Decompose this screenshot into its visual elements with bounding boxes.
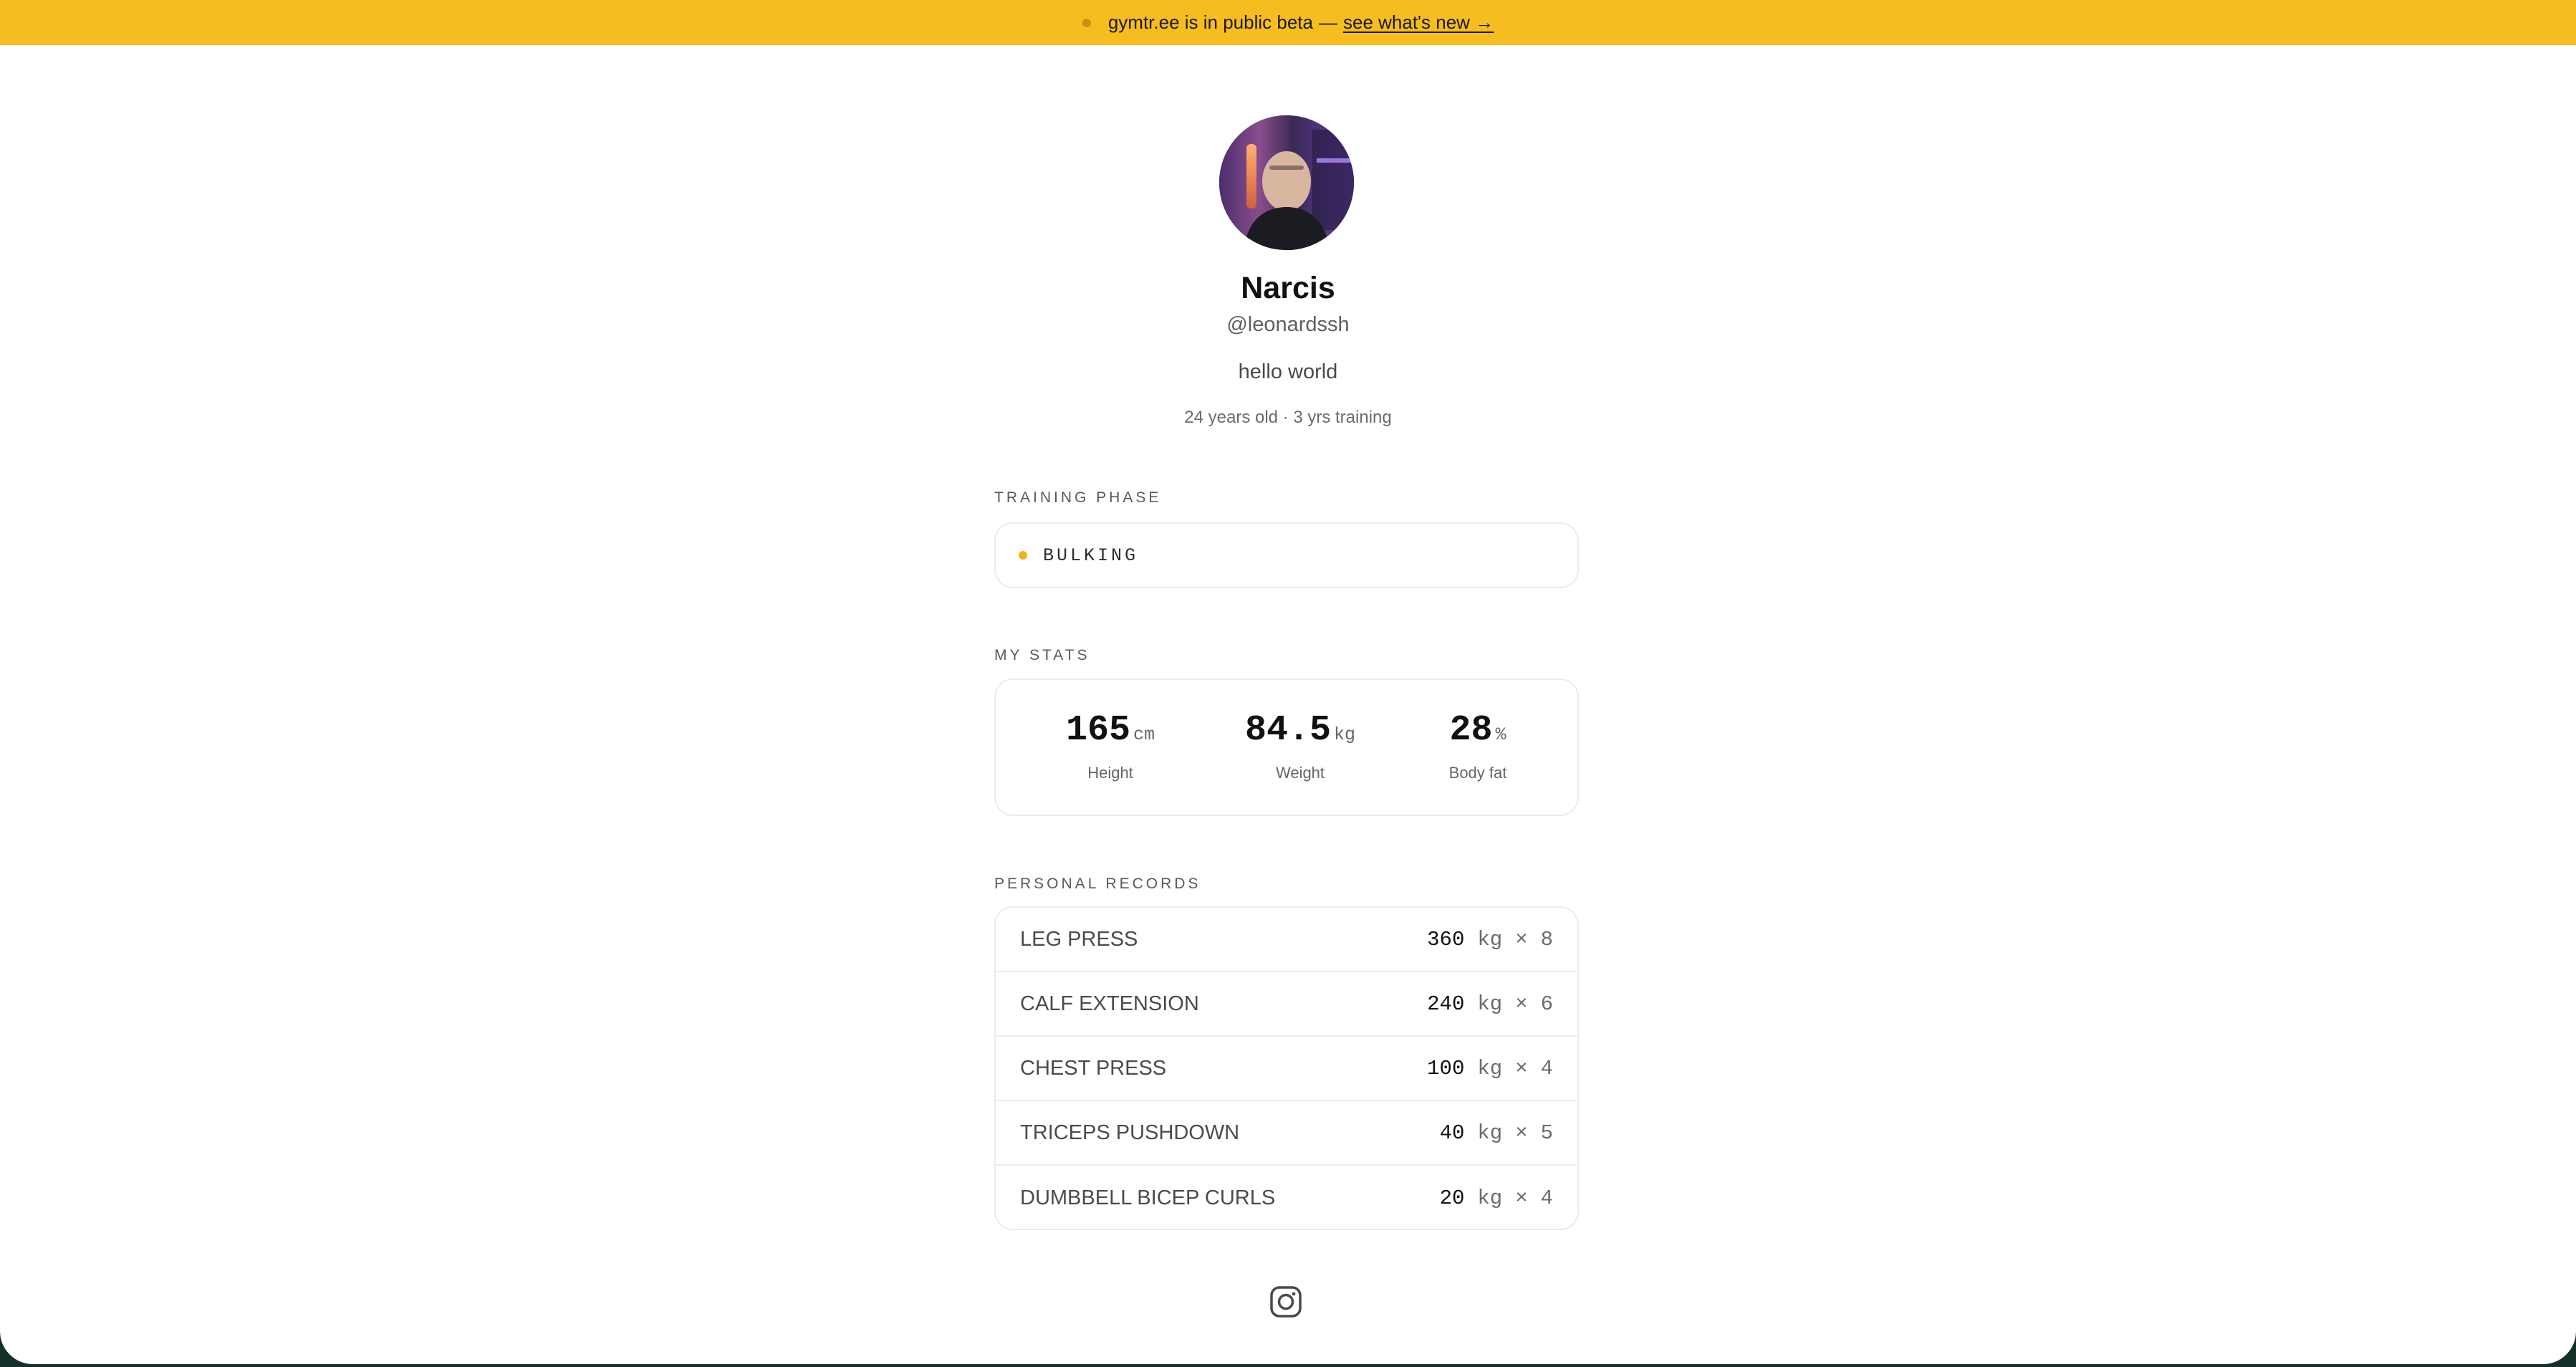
record-times: × <box>1515 992 1528 1016</box>
stat-weight: 84.5 kg Weight <box>1229 710 1372 782</box>
stat-label: Body fat <box>1448 764 1507 782</box>
record-unit: kg <box>1477 1056 1503 1080</box>
record-row: CALF EXTENSION 240 kg × 6 <box>996 972 1577 1037</box>
stat-unit: cm <box>1133 724 1155 745</box>
record-row: TRICEPS PUSHDOWN 40 kg × 5 <box>996 1101 1577 1166</box>
record-exercise: DUMBBELL BICEP CURLS <box>1020 1186 1276 1209</box>
record-weight: 20 <box>1439 1186 1465 1210</box>
avatar <box>1219 115 1354 250</box>
banner-separator: — <box>1318 11 1337 33</box>
beta-banner: gymtr.ee is in public beta — see what's … <box>0 0 2576 45</box>
record-row: DUMBBELL BICEP CURLS 20 kg × 4 <box>996 1166 1577 1229</box>
record-times: × <box>1515 1121 1528 1145</box>
record-exercise: TRICEPS PUSHDOWN <box>1020 1121 1240 1144</box>
profile-name: Narcis <box>1241 271 1335 305</box>
phase-status-dot-icon <box>1019 551 1027 560</box>
my-stats-heading: MY STATS <box>994 647 1090 663</box>
stat-label: Height <box>1087 764 1133 782</box>
record-unit: kg <box>1477 927 1503 951</box>
training-phase-heading: TRAINING PHASE <box>994 489 1162 506</box>
banner-dot-icon <box>1082 18 1091 27</box>
record-reps: 8 <box>1540 927 1553 951</box>
record-value: 360 kg × 8 <box>1427 928 1553 951</box>
profile-meta: 24 years old · 3 yrs training <box>1184 408 1392 427</box>
record-exercise: CALF EXTENSION <box>1020 992 1199 1015</box>
record-weight: 360 <box>1427 927 1465 951</box>
whats-new-link[interactable]: see what's new → <box>1343 11 1494 34</box>
stat-body-fat: 28% Body fat <box>1406 710 1549 782</box>
record-reps: 6 <box>1540 992 1553 1016</box>
record-unit: kg <box>1477 1186 1503 1210</box>
record-exercise: LEG PRESS <box>1020 927 1138 951</box>
record-weight: 100 <box>1427 1056 1465 1080</box>
personal-records-card: LEG PRESS 360 kg × 8 CALF EXTENSION 240 kg × 6… <box>994 906 1579 1230</box>
stat-height: 165 cm Height <box>1039 710 1182 782</box>
record-unit: kg <box>1477 992 1503 1016</box>
profile-bio: hello world <box>1238 360 1338 383</box>
record-exercise: CHEST PRESS <box>1020 1056 1167 1080</box>
stat-label: Weight <box>1275 764 1325 782</box>
record-row: LEG PRESS 360 kg × 8 <box>996 908 1577 972</box>
training-phase-value: BULKING <box>1043 545 1139 566</box>
record-value: 20 kg × 4 <box>1440 1186 1553 1210</box>
record-value: 40 kg × 5 <box>1440 1121 1553 1145</box>
personal-records-heading: PERSONAL RECORDS <box>994 876 1201 892</box>
stat-value: 165 <box>1065 710 1130 751</box>
record-unit: kg <box>1477 1121 1503 1145</box>
stat-value: 84.5 <box>1244 710 1331 751</box>
stat-unit: % <box>1495 724 1506 745</box>
record-weight: 40 <box>1439 1121 1465 1145</box>
record-times: × <box>1515 1056 1528 1080</box>
stats-card: 165 cm Height 84.5 kg Weight 28% Body fat <box>994 678 1579 816</box>
record-weight: 240 <box>1427 992 1465 1016</box>
record-times: × <box>1515 927 1528 951</box>
training-phase-card: BULKING <box>994 522 1579 588</box>
record-reps: 4 <box>1540 1056 1553 1080</box>
avatar-image <box>1219 115 1354 250</box>
stat-value: 28 <box>1449 710 1493 751</box>
stat-unit: kg <box>1334 724 1356 745</box>
banner-text: gymtr.ee is in public beta <box>1107 11 1313 33</box>
record-reps: 5 <box>1540 1121 1553 1145</box>
record-value: 240 kg × 6 <box>1427 992 1553 1016</box>
record-value: 100 kg × 4 <box>1427 1057 1553 1080</box>
profile-handle: @leonardssh <box>1226 313 1350 336</box>
record-times: × <box>1515 1186 1528 1210</box>
record-reps: 4 <box>1540 1186 1553 1210</box>
record-row: CHEST PRESS 100 kg × 4 <box>996 1037 1577 1101</box>
profile-page: gymtr.ee is in public beta — see what's … <box>0 0 2576 1364</box>
instagram-icon[interactable] <box>1269 1285 1302 1318</box>
